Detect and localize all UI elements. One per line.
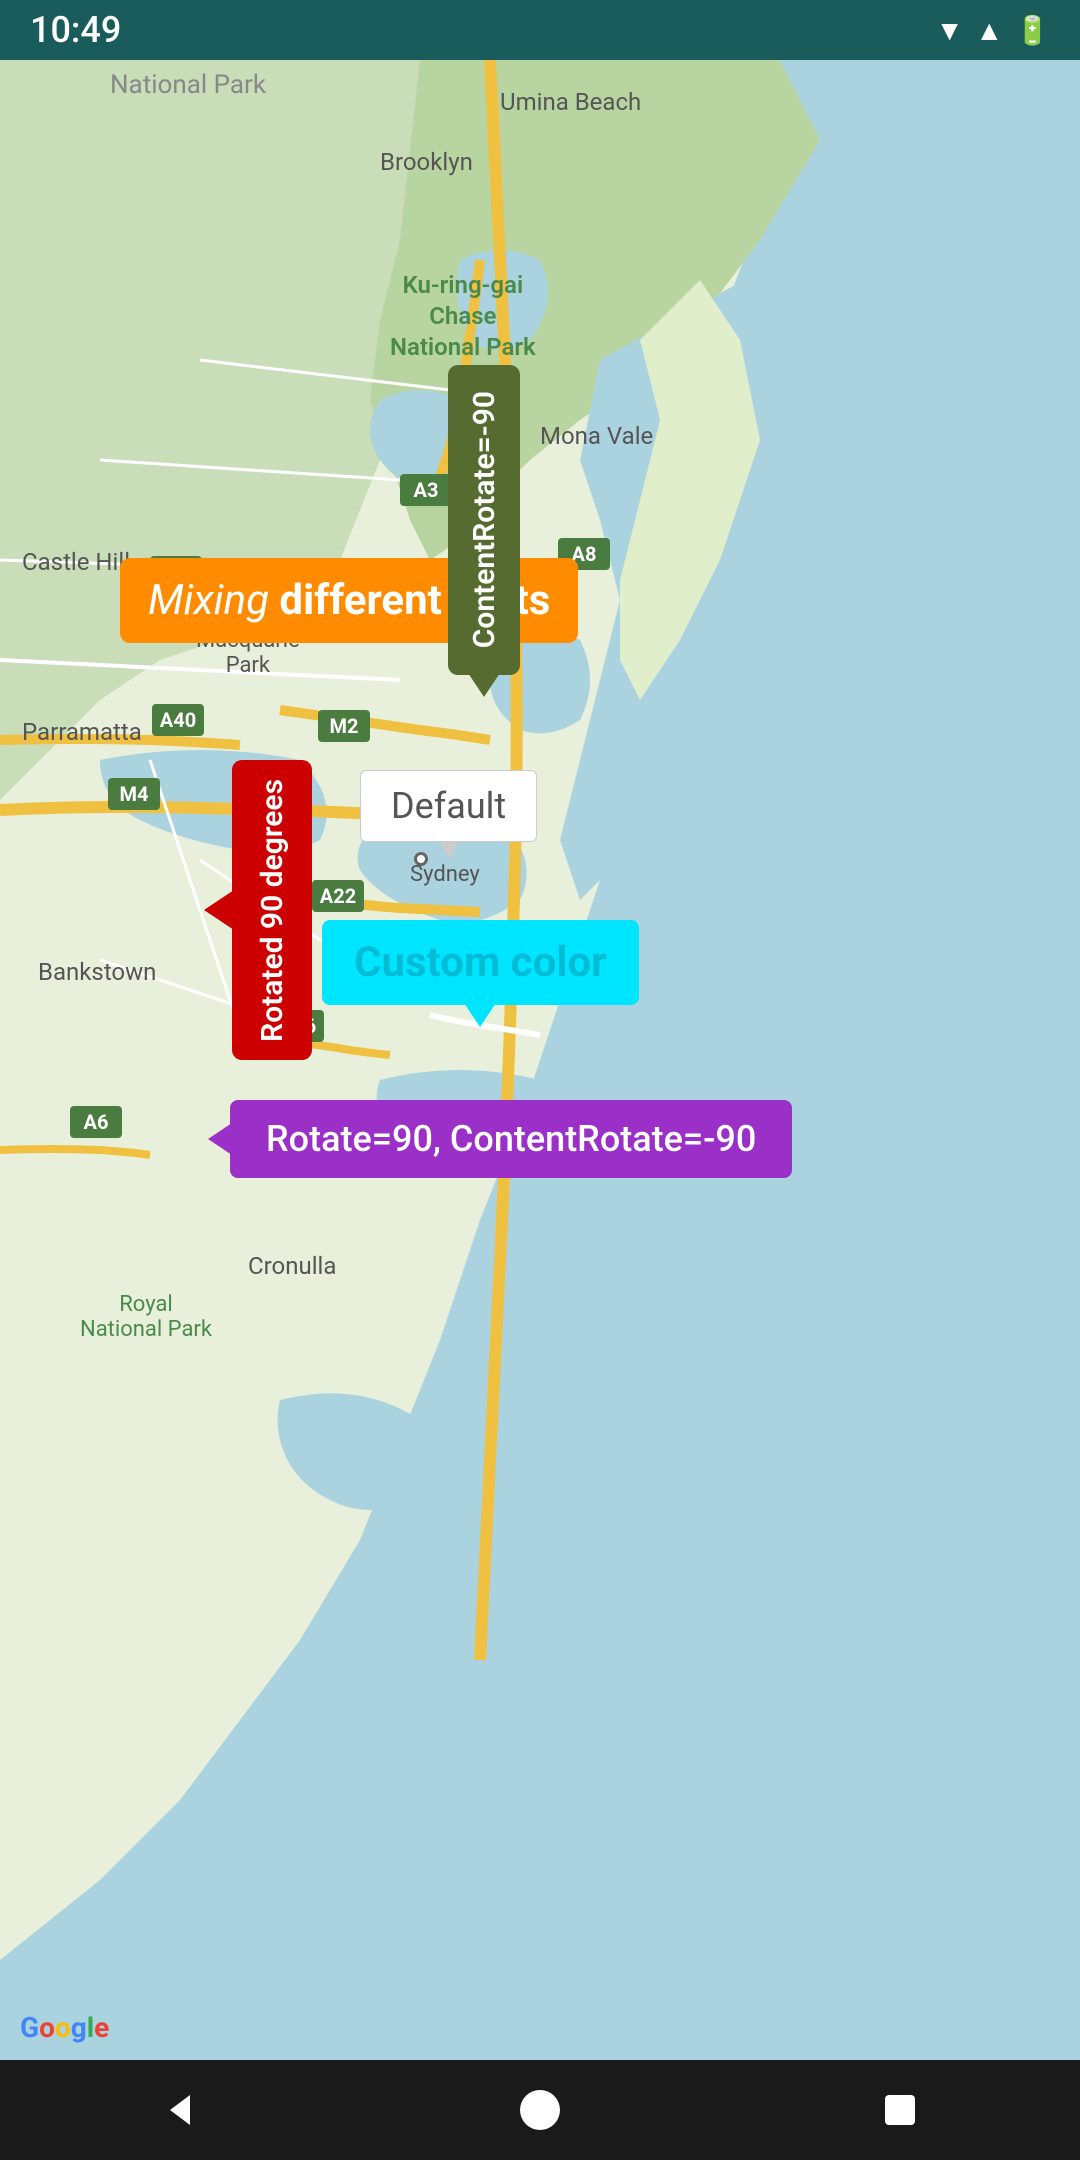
label-content-rotate-text: ContentRotate=-90 [467, 391, 502, 648]
label-rotated-90[interactable]: Rotated 90 degrees [232, 760, 312, 1060]
road-badge-a22: A22 [312, 880, 364, 912]
road-badge-a40: A40 [152, 704, 204, 736]
label-custom-text: Custom color [354, 938, 607, 987]
status-bar: 10:49 ▼ ▲ 🔋 [0, 0, 1080, 60]
brooklyn-label: Brooklyn [380, 148, 473, 176]
battery-icon: 🔋 [1015, 14, 1050, 47]
umina-beach-label: Umina Beach [500, 88, 641, 116]
road-badge-a3: A3 [400, 474, 452, 506]
label-default-text: Default [391, 785, 506, 827]
status-time: 10:49 [30, 9, 121, 51]
home-button[interactable] [505, 2075, 575, 2145]
road-badge-m2: M2 [318, 710, 370, 742]
back-button[interactable] [145, 2075, 215, 2145]
mona-vale-label: Mona Vale [540, 422, 653, 450]
label-custom-color[interactable]: Custom color [322, 920, 639, 1005]
recents-button[interactable] [865, 2075, 935, 2145]
recents-icon [875, 2085, 925, 2135]
label-rotate90-text: Rotate=90, ContentRotate=-90 [266, 1118, 756, 1160]
google-logo: Google [20, 2011, 109, 2044]
label-rotated-text: Rotated 90 degrees [255, 779, 290, 1042]
sydney-dot [414, 852, 428, 866]
national-park-label: National Park [110, 70, 266, 100]
cronulla-label: Cronulla [248, 1252, 336, 1280]
map-container[interactable]: National Park Umina Beach Brooklyn Ku-ri… [0, 60, 1080, 2060]
road-badge-m4: M4 [108, 778, 160, 810]
label-mixing-italic: Mixing [148, 576, 269, 625]
label-content-rotate[interactable]: ContentRotate=-90 [448, 365, 520, 675]
signal-icon: ▲ [975, 14, 1003, 47]
bankstown-label: Bankstown [38, 958, 156, 986]
wifi-icon: ▼ [936, 14, 964, 47]
label-default[interactable]: Default [360, 770, 537, 842]
road-badge-a6: A6 [70, 1106, 122, 1138]
nav-bar [0, 2060, 1080, 2160]
home-icon [515, 2085, 565, 2135]
back-icon [155, 2085, 205, 2135]
map-svg [0, 60, 1080, 2060]
ku-ring-gai-label: Ku-ring-gaiChaseNational Park [390, 270, 536, 364]
label-rotate90-content-rotate[interactable]: Rotate=90, ContentRotate=-90 [230, 1100, 792, 1178]
parramatta-label: Parramatta [22, 718, 142, 746]
castle-hill-label: Castle Hill [22, 548, 130, 576]
royal-national-park-label: RoyalNational Park [80, 1292, 212, 1342]
status-icons: ▼ ▲ 🔋 [936, 14, 1050, 47]
